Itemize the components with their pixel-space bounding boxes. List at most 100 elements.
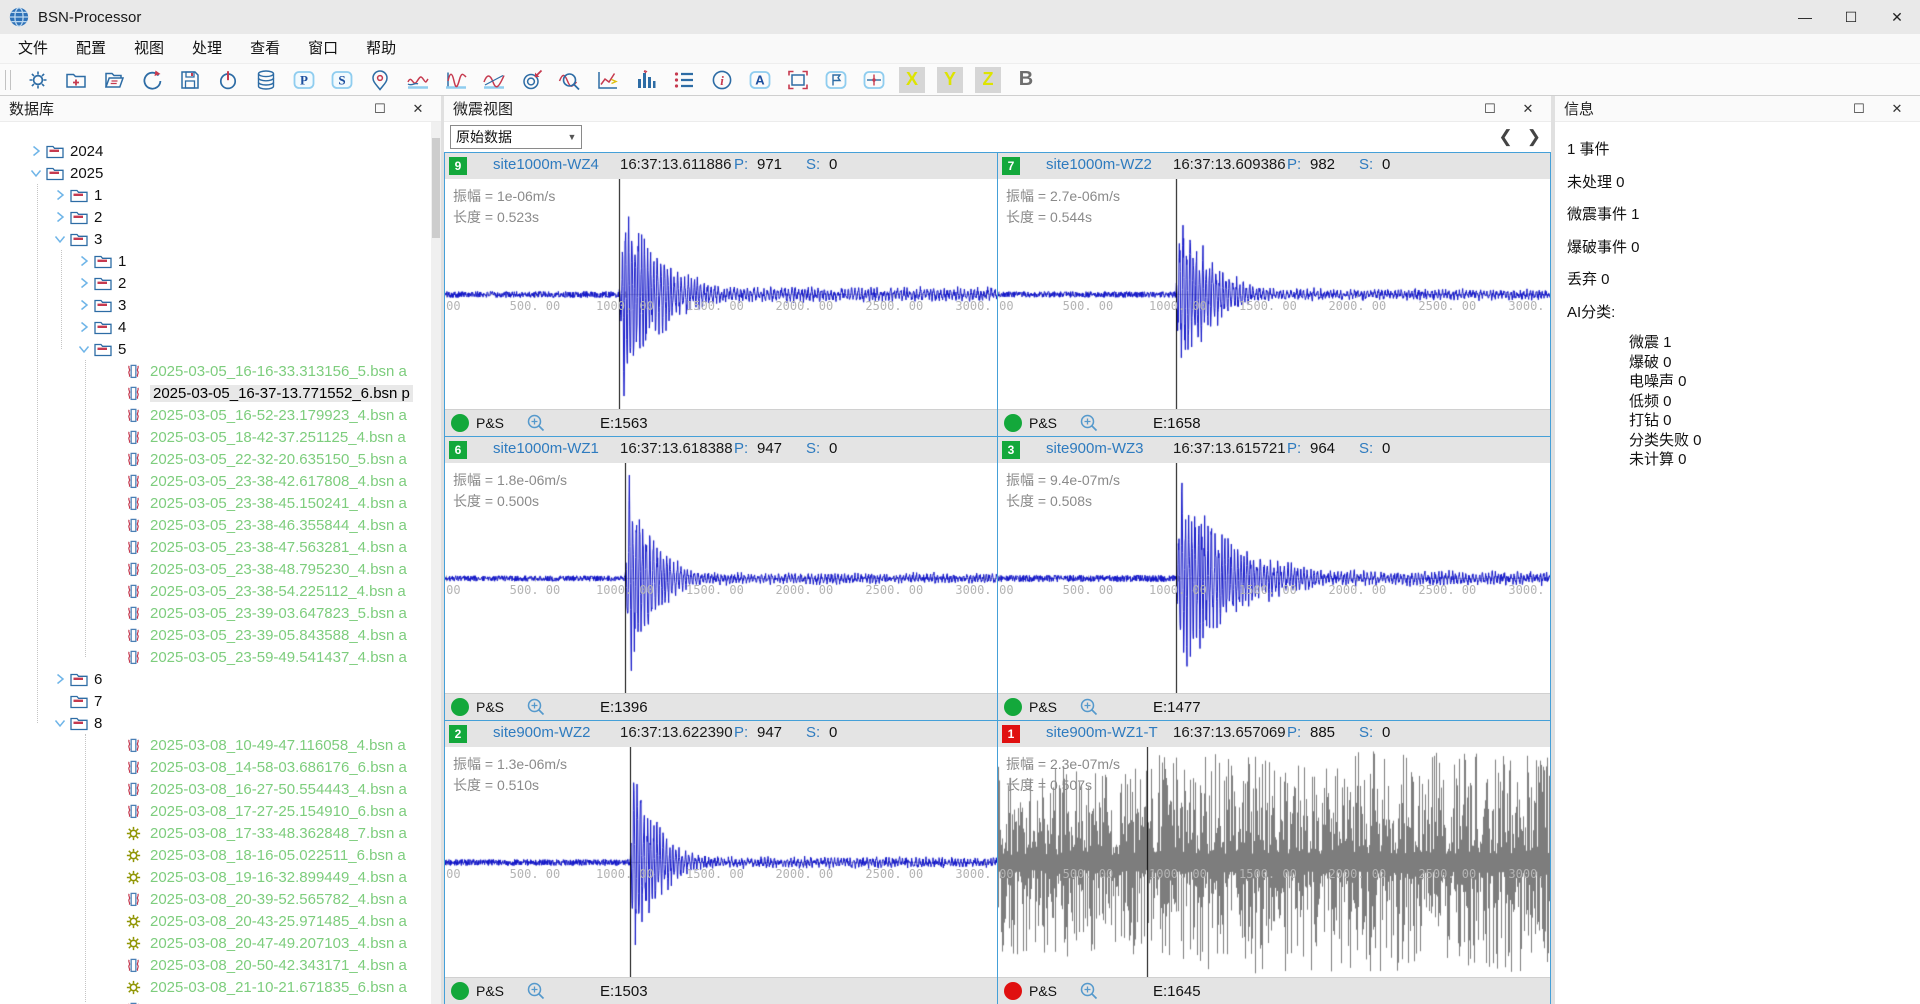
tree-file[interactable]: 2025-03-08_17-27-25.154910_6.bsn a bbox=[0, 800, 431, 822]
zoom-in-icon[interactable] bbox=[526, 697, 546, 717]
waveform-plot[interactable]: 振幅 = 2.3e-07m/s长度 = 0.507s00500. 001000.… bbox=[998, 747, 1550, 977]
tree-file[interactable]: 2025-03-08_10-49-47.116058_4.bsn a bbox=[0, 734, 431, 756]
wave-pick-icon[interactable] bbox=[443, 67, 469, 93]
chevron-right-icon[interactable] bbox=[54, 672, 70, 686]
waveform-plot[interactable]: 振幅 = 1.8e-06m/s长度 = 0.500s00500. 001000.… bbox=[445, 463, 997, 693]
tree-file[interactable]: 2025-03-08_20-43-25.971485_4.bsn a bbox=[0, 910, 431, 932]
tree-file[interactable]: 2025-03-05_23-38-54.225112_4.bsn a bbox=[0, 580, 431, 602]
database-float-button[interactable]: ☐ bbox=[365, 101, 395, 117]
tree-file[interactable]: 2025-03-05_23-38-46.355844_4.bsn a bbox=[0, 514, 431, 536]
tree-folder-6[interactable]: 6 bbox=[0, 668, 431, 690]
zoom-in-icon[interactable] bbox=[1079, 981, 1099, 1001]
wave-filter-icon[interactable] bbox=[405, 67, 431, 93]
open-folder-icon[interactable] bbox=[101, 67, 127, 93]
chevron-right-icon[interactable] bbox=[78, 298, 94, 312]
tree-file[interactable]: 2025-03-08_16-27-50.554443_4.bsn a bbox=[0, 778, 431, 800]
info-close-button[interactable]: ✕ bbox=[1882, 101, 1912, 117]
maximize-button[interactable]: ☐ bbox=[1828, 0, 1874, 34]
axis-toggle-z[interactable]: Z bbox=[975, 67, 1001, 93]
zoom-in-icon[interactable] bbox=[1079, 413, 1099, 433]
menu-item-7[interactable]: 帮助 bbox=[352, 34, 410, 64]
tree-folder-2[interactable]: 2 bbox=[0, 272, 431, 294]
chevron-right-icon[interactable] bbox=[78, 254, 94, 268]
close-button[interactable]: ✕ bbox=[1874, 0, 1920, 34]
menu-item-1[interactable]: 文件 bbox=[4, 34, 62, 64]
waveform-plot[interactable]: 振幅 = 2.7e-06m/s长度 = 0.544s00500. 001000.… bbox=[998, 179, 1550, 409]
waveform-float-button[interactable]: ☐ bbox=[1475, 101, 1505, 117]
ps-toggle[interactable]: P&S bbox=[476, 699, 504, 715]
chevron-right-icon[interactable] bbox=[78, 320, 94, 334]
save-icon[interactable] bbox=[177, 67, 203, 93]
prev-event-button[interactable]: ❮ bbox=[1499, 127, 1513, 147]
tree-folder-2024[interactable]: 2024 bbox=[0, 140, 431, 162]
histogram-icon[interactable] bbox=[633, 67, 659, 93]
label-text-icon[interactable]: A bbox=[747, 67, 773, 93]
tree-folder-5[interactable]: 5 bbox=[0, 338, 431, 360]
zoom-in-icon[interactable] bbox=[526, 981, 546, 1001]
tree-file[interactable]: 2025-03-05_23-39-05.843588_4.bsn a bbox=[0, 624, 431, 646]
menu-item-4[interactable]: 处理 bbox=[178, 34, 236, 64]
tree-folder-1[interactable]: 1 bbox=[0, 184, 431, 206]
tree-file[interactable]: 2025-03-08_14-58-03.686176_6.bsn a bbox=[0, 756, 431, 778]
tree-file[interactable]: 2025-03-05_16-52-23.179923_4.bsn a bbox=[0, 404, 431, 426]
menu-item-3[interactable]: 视图 bbox=[120, 34, 178, 64]
tree-file[interactable]: 2025-03-05_16-37-13.771552_6.bsn p bbox=[0, 382, 431, 404]
menu-item-6[interactable]: 窗口 bbox=[294, 34, 352, 64]
database-icon[interactable] bbox=[253, 67, 279, 93]
waveform-plot[interactable]: 振幅 = 9.4e-07m/s长度 = 0.508s00500. 001000.… bbox=[998, 463, 1550, 693]
tree-file[interactable]: 2025-03-05_23-38-48.795230_4.bsn a bbox=[0, 558, 431, 580]
tree-file[interactable]: 2025-03-08_18-16-05.022511_6.bsn a bbox=[0, 844, 431, 866]
chevron-right-icon[interactable] bbox=[78, 276, 94, 290]
zoom-in-icon[interactable] bbox=[1079, 697, 1099, 717]
s-phase-icon[interactable]: S bbox=[329, 67, 355, 93]
tree-file[interactable]: 2025-03-05_16-16-33.313156_5.bsn a bbox=[0, 360, 431, 382]
tree-scrollbar[interactable] bbox=[431, 122, 441, 1004]
wave-search-icon[interactable] bbox=[557, 67, 583, 93]
waveform-plot[interactable]: 振幅 = 1e-06m/s长度 = 0.523s00500. 001000. 0… bbox=[445, 179, 997, 409]
data-source-select[interactable]: 原始数据 ▼ bbox=[450, 125, 582, 149]
ps-toggle[interactable]: P&S bbox=[1029, 415, 1057, 431]
magnitude-chart-icon[interactable] bbox=[595, 67, 621, 93]
event-list-icon[interactable] bbox=[671, 67, 697, 93]
toolbar-drag-handle[interactable] bbox=[5, 70, 11, 90]
chevron-down-icon[interactable] bbox=[54, 232, 70, 246]
tree-folder-3[interactable]: 3 bbox=[0, 228, 431, 250]
chevron-down-icon[interactable] bbox=[54, 716, 70, 730]
tree-folder-1[interactable]: 1 bbox=[0, 250, 431, 272]
report-icon[interactable] bbox=[823, 67, 849, 93]
database-close-button[interactable]: ✕ bbox=[403, 101, 433, 117]
chevron-right-icon[interactable] bbox=[54, 210, 70, 224]
new-folder-icon[interactable] bbox=[63, 67, 89, 93]
chevron-down-icon[interactable] bbox=[78, 342, 94, 356]
menu-item-5[interactable]: 查看 bbox=[236, 34, 294, 64]
axis-toggle-x[interactable]: X bbox=[899, 67, 925, 93]
redo-icon[interactable] bbox=[139, 67, 165, 93]
crosshair-icon[interactable] bbox=[861, 67, 887, 93]
tree-file[interactable]: 2025-03-08_17-33-48.362848_7.bsn a bbox=[0, 822, 431, 844]
tree-file[interactable]: 2025-03-05_23-38-42.617808_4.bsn a bbox=[0, 470, 431, 492]
tree-file[interactable] bbox=[0, 998, 431, 1004]
tree-file[interactable]: 2025-03-05_23-38-45.150241_4.bsn a bbox=[0, 492, 431, 514]
tree-file[interactable]: 2025-03-05_23-39-03.647823_5.bsn a bbox=[0, 602, 431, 624]
p-phase-icon[interactable]: P bbox=[291, 67, 317, 93]
minimize-button[interactable]: — bbox=[1782, 0, 1828, 34]
bold-toggle-b[interactable]: B bbox=[1013, 67, 1039, 93]
info-icon[interactable]: i bbox=[709, 67, 735, 93]
tree-file[interactable]: 2025-03-05_18-42-37.251125_4.bsn a bbox=[0, 426, 431, 448]
settings-icon[interactable] bbox=[25, 67, 51, 93]
ps-toggle[interactable]: P&S bbox=[1029, 983, 1057, 999]
tree-file[interactable]: 2025-03-08_21-10-21.671835_6.bsn a bbox=[0, 976, 431, 998]
locate-icon[interactable] bbox=[367, 67, 393, 93]
tree-file[interactable]: 2025-03-08_20-47-49.207103_4.bsn a bbox=[0, 932, 431, 954]
fit-window-icon[interactable] bbox=[785, 67, 811, 93]
ps-toggle[interactable]: P&S bbox=[1029, 699, 1057, 715]
chevron-right-icon[interactable] bbox=[30, 144, 46, 158]
axis-toggle-y[interactable]: Y bbox=[937, 67, 963, 93]
chevron-right-icon[interactable] bbox=[54, 188, 70, 202]
tree-file[interactable]: 2025-03-08_20-39-52.565782_4.bsn a bbox=[0, 888, 431, 910]
tree-folder-7[interactable]: 7 bbox=[0, 690, 431, 712]
chevron-down-icon[interactable] bbox=[30, 166, 46, 180]
menu-item-2[interactable]: 配置 bbox=[62, 34, 120, 64]
tree-folder-3[interactable]: 3 bbox=[0, 294, 431, 316]
tree-scrollbar-thumb[interactable] bbox=[432, 138, 440, 238]
